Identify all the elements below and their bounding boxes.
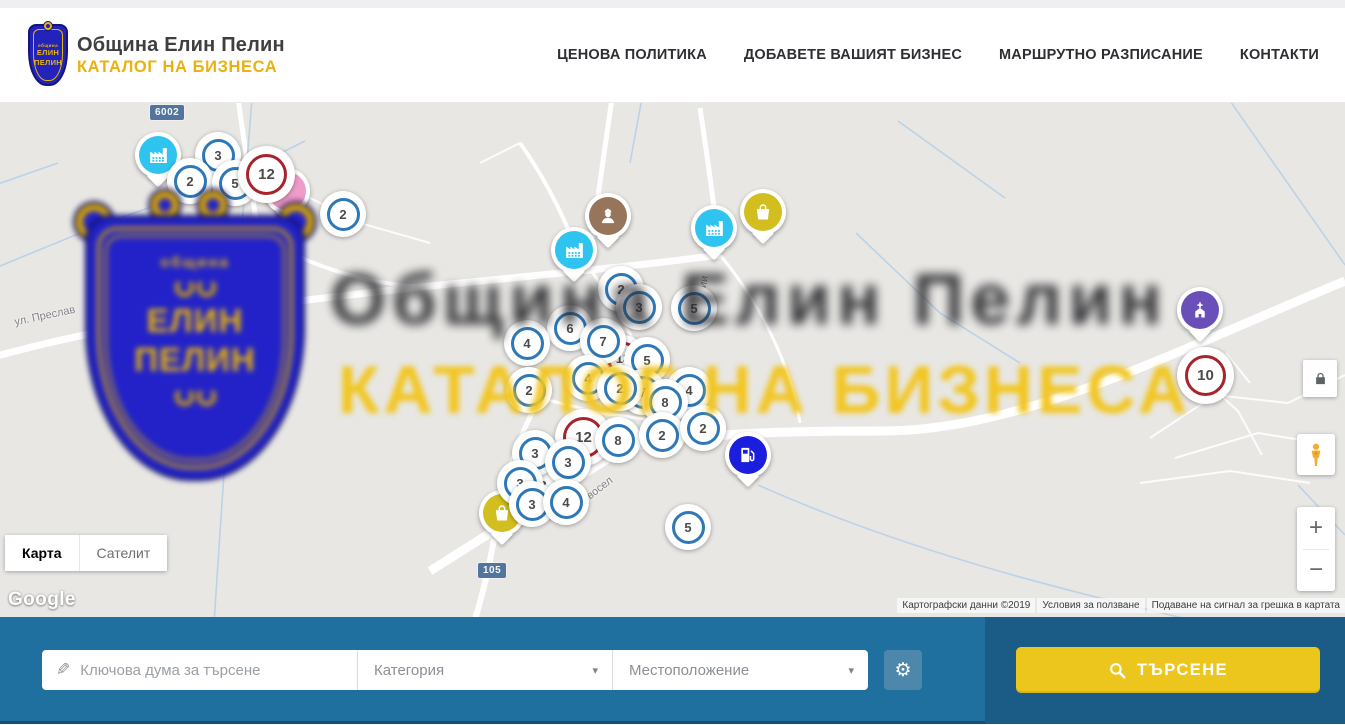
search-footer: ✎ Категория ▾ Местоположение ▾ ⚙ ТЪРСЕНЕ — [0, 617, 1345, 724]
cluster-marker[interactable]: 5 — [671, 285, 717, 331]
pin-marker-bag[interactable] — [740, 189, 786, 235]
category-select-value: Категория — [374, 662, 444, 679]
attribution-report-error-link[interactable]: Подаване на сигнал за грешка в картата — [1147, 598, 1345, 613]
crest-name-line2: ПЕЛИН — [34, 58, 62, 67]
cluster-marker[interactable]: 2 — [506, 367, 552, 413]
cluster-marker[interactable]: 2 — [167, 158, 213, 204]
street-view-pegman-button[interactable] — [1297, 434, 1335, 475]
category-select[interactable]: Категория ▾ — [357, 650, 612, 690]
google-logo[interactable]: Google — [8, 589, 76, 611]
pegman-icon — [1305, 441, 1327, 469]
map-canvas[interactable]: 6002105ул. Преславбул. „Новоселции 32512… — [0, 103, 1345, 617]
page-top-strip — [0, 0, 1345, 8]
cluster-marker[interactable]: 2 — [639, 412, 685, 458]
crest-name-line1: ЕЛИН — [37, 48, 59, 57]
chevron-down-icon: ▾ — [592, 664, 598, 677]
nav-add-your-business[interactable]: ДОБАВЕТЕ ВАШИЯТ БИЗНЕС — [744, 47, 962, 63]
pin-marker-factory[interactable] — [691, 205, 737, 251]
municipality-crest-icon: община ЕЛИН ПЕЛИН — [28, 24, 68, 86]
pin-marker-church[interactable] — [1177, 287, 1223, 333]
search-button[interactable]: ТЪРСЕНЕ — [1016, 647, 1320, 693]
advanced-settings-button[interactable]: ⚙ — [884, 650, 922, 690]
location-select-value: Местоположение — [629, 662, 749, 679]
site-subtitle: КАТАЛОГ НА БИЗНЕСА — [77, 58, 285, 77]
location-select[interactable]: Местоположение ▾ — [612, 650, 868, 690]
lock-icon — [1313, 371, 1328, 386]
site-title: Община Елин Пелин — [77, 34, 285, 57]
nav-contacts[interactable]: КОНТАКТИ — [1240, 47, 1319, 63]
cluster-marker[interactable]: 2 — [597, 365, 643, 411]
cluster-marker[interactable]: 12 — [238, 146, 295, 203]
chevron-down-icon: ▾ — [848, 664, 854, 677]
pin-marker-worker[interactable] — [585, 193, 631, 239]
nav-route-schedule[interactable]: МАРШРУТНО РАЗПИСАНИЕ — [999, 47, 1203, 63]
search-icon — [1108, 661, 1127, 680]
cluster-marker[interactable]: 2 — [320, 191, 366, 237]
cluster-marker[interactable]: 3 — [616, 284, 662, 330]
keyword-search-input[interactable] — [80, 662, 347, 679]
search-button-label: ТЪРСЕНЕ — [1137, 661, 1228, 680]
pin-marker-fuel[interactable] — [725, 432, 771, 478]
cluster-marker[interactable]: 4 — [543, 479, 589, 525]
lock-button[interactable] — [1303, 360, 1337, 397]
cluster-marker[interactable]: 5 — [665, 504, 711, 550]
crest-top-text: община — [38, 43, 58, 48]
cluster-marker[interactable]: 8 — [595, 417, 641, 463]
markers-layer: 32512223564137547248212822833334510 — [0, 103, 1345, 617]
cluster-marker[interactable]: 2 — [680, 405, 726, 451]
zoom-control: + − — [1297, 507, 1335, 591]
zoom-in-button[interactable]: + — [1297, 507, 1335, 549]
nav-pricing-policy[interactable]: ЦЕНОВА ПОЛИТИКА — [557, 47, 707, 63]
main-nav: ЦЕНОВА ПОЛИТИКА ДОБАВЕТЕ ВАШИЯТ БИЗНЕС М… — [557, 47, 1319, 63]
cluster-marker[interactable]: 4 — [504, 320, 550, 366]
map-type-map-button[interactable]: Карта — [5, 535, 79, 571]
site-logo[interactable]: община ЕЛИН ПЕЛИН Община Елин Пелин КАТА… — [28, 24, 285, 86]
keyword-field-wrap: ✎ — [42, 650, 357, 690]
search-bar: ✎ Категория ▾ Местоположение ▾ — [42, 650, 868, 690]
map-attribution: Картографски данни ©2019 Условия за полз… — [897, 598, 1345, 613]
cluster-marker[interactable]: 10 — [1177, 347, 1234, 404]
map-type-satellite-button[interactable]: Сателит — [79, 535, 168, 571]
header: община ЕЛИН ПЕЛИН Община Елин Пелин КАТА… — [0, 8, 1345, 103]
attribution-copyright: Картографски данни ©2019 — [897, 598, 1035, 613]
pin-marker-factory[interactable] — [551, 227, 597, 273]
map-type-control: Карта Сателит — [5, 535, 167, 571]
gear-icon: ⚙ — [894, 659, 911, 682]
pencil-icon: ✎ — [56, 660, 70, 680]
attribution-terms-link[interactable]: Условия за ползване — [1037, 598, 1144, 613]
zoom-out-button[interactable]: − — [1297, 550, 1335, 592]
